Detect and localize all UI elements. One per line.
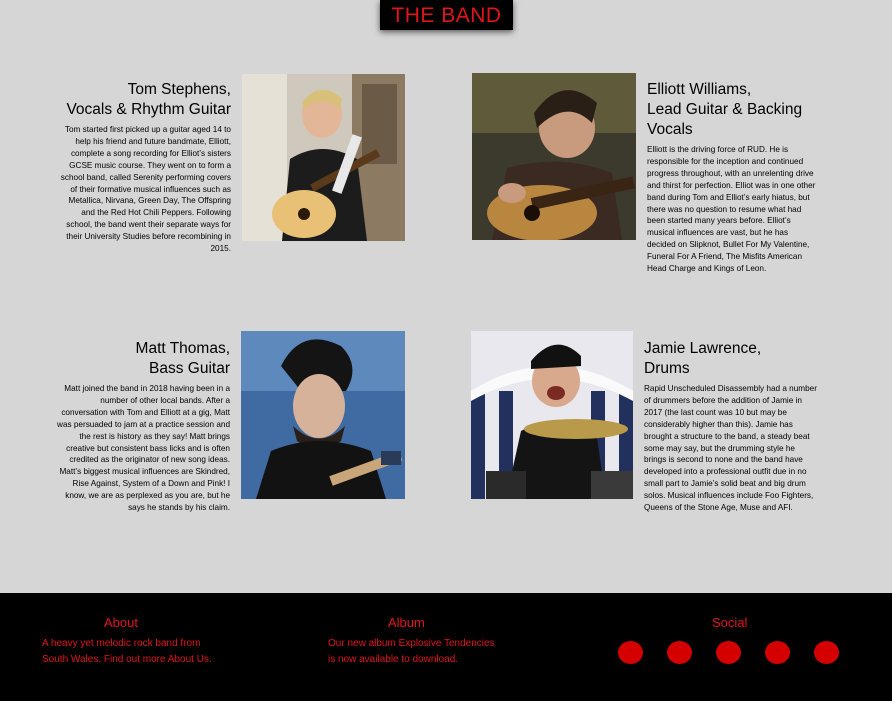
member-role: Bass Guitar: [149, 360, 230, 377]
social-icon-1[interactable]: [618, 641, 643, 664]
member-card-elliott: Elliott Williams, Lead Guitar & Backing …: [647, 80, 852, 275]
member-bio: Tom started first picked up a guitar age…: [60, 125, 231, 254]
member-photo-jamie: [471, 331, 633, 499]
social-icon-4[interactable]: [765, 641, 790, 664]
footer-album-heading: Album: [388, 615, 425, 630]
member-name: Jamie Lawrence, Drums: [644, 339, 824, 379]
footer-about-text[interactable]: A heavy yet melodic rock band from South…: [42, 636, 252, 667]
member-card-matt: Matt Thomas, Bass Guitar Matt joined the…: [56, 339, 230, 514]
footer-album-line1: Our new album Explosive Tendencies: [328, 638, 495, 649]
member-photo-matt: [241, 331, 405, 499]
footer-about-line1: A heavy yet melodic rock band from: [42, 638, 201, 649]
member-name: Elliott Williams, Lead Guitar & Backing …: [647, 80, 852, 140]
social-icons: [618, 641, 848, 665]
member-role: Drums: [644, 360, 690, 377]
member-photo-elliott: [472, 73, 636, 240]
member-role: Vocals & Rhythm Guitar: [66, 101, 231, 118]
member-photo-tom: [242, 74, 405, 241]
footer-album: Album Our new album Explosive Tendencies…: [328, 615, 538, 667]
member-bio: Elliott is the driving force of RUD. He …: [647, 145, 816, 274]
member-bio: Rapid Unscheduled Disassembly had a numb…: [644, 384, 817, 513]
member-role: Lead Guitar & Backing Vocals: [647, 101, 803, 138]
member-card-tom: Tom Stephens, Vocals & Rhythm Guitar Tom…: [56, 80, 231, 255]
member-card-jamie: Jamie Lawrence, Drums Rapid Unscheduled …: [644, 339, 824, 514]
footer-about-heading: About: [104, 615, 138, 630]
footer-social-heading: Social: [712, 615, 748, 630]
member-name-line1: Elliott Williams,: [647, 81, 752, 98]
page-title: THE BAND: [391, 3, 502, 27]
page-title-banner: THE BAND: [380, 0, 513, 30]
footer-about-line2: South Wales. Find out more About Us.: [42, 653, 212, 665]
social-icon-5[interactable]: [814, 641, 839, 664]
member-name: Matt Thomas, Bass Guitar: [56, 339, 230, 379]
social-icon-2[interactable]: [667, 641, 692, 664]
footer-album-text[interactable]: Our new album Explosive Tendencies is no…: [328, 636, 538, 667]
footer-social: Social: [618, 615, 848, 664]
member-name: Tom Stephens, Vocals & Rhythm Guitar: [56, 80, 231, 120]
social-icon-3[interactable]: [716, 641, 741, 664]
footer-album-line2: is now available to download.: [328, 653, 459, 665]
site-footer: About A heavy yet melodic rock band from…: [0, 593, 892, 701]
member-bio: Matt joined the band in 2018 having been…: [57, 384, 230, 513]
member-name-line1: Tom Stephens,: [127, 81, 231, 98]
member-name-line1: Matt Thomas,: [135, 340, 230, 357]
member-name-line1: Jamie Lawrence,: [644, 340, 762, 357]
footer-about: About A heavy yet melodic rock band from…: [42, 615, 252, 667]
